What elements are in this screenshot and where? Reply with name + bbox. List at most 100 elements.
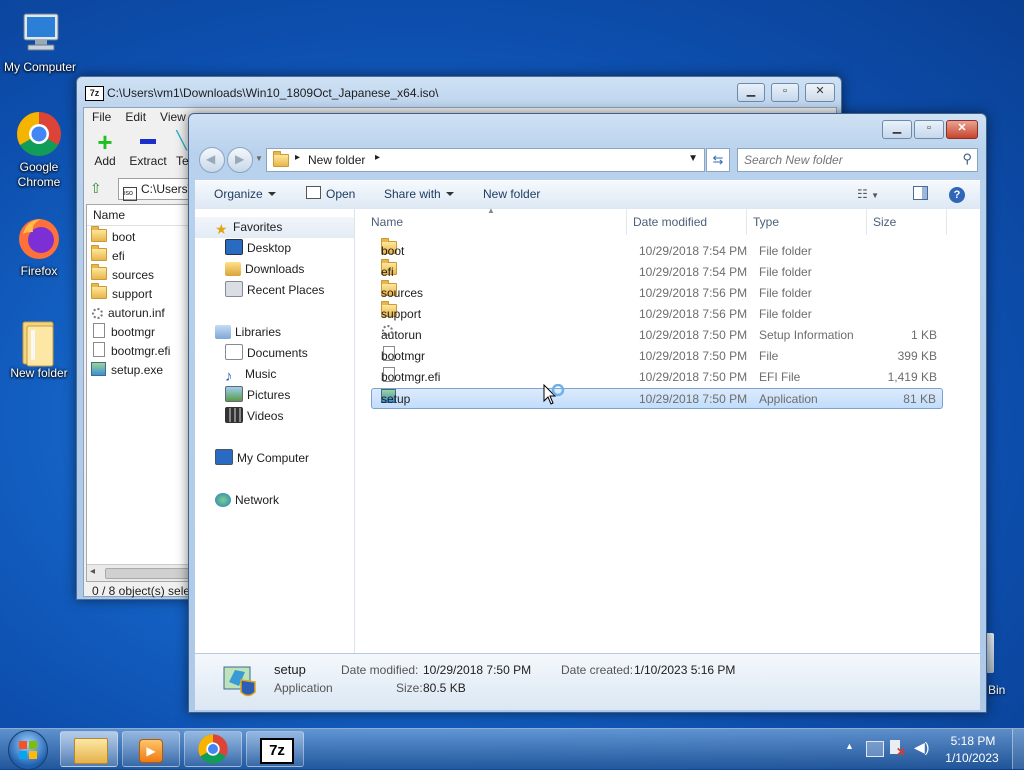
chrome-icon — [198, 734, 228, 764]
start-button[interactable] — [8, 730, 48, 770]
nav-network[interactable]: Network — [195, 490, 354, 511]
nav-libraries[interactable]: Libraries — [195, 322, 354, 343]
breadcrumb-separator-icon[interactable]: ▸ — [375, 152, 380, 163]
taskbar-media-player-button[interactable]: ▶ — [122, 731, 180, 767]
taskbar-chrome-button[interactable] — [184, 731, 242, 767]
refresh-button[interactable]: ⇆ — [706, 148, 730, 172]
recycle-bin-partial-label[interactable]: Bin — [988, 683, 1005, 697]
clock-date[interactable]: 1/10/2023 — [942, 751, 1002, 765]
downloads-icon — [225, 262, 241, 276]
videos-icon — [225, 407, 243, 423]
explorer-content: ★ Favorites Desktop Downloads Recent Plac… — [195, 206, 980, 653]
nav-music[interactable]: ♪ Music — [195, 364, 354, 385]
show-desktop-button[interactable] — [1012, 729, 1024, 769]
close-button[interactable]: ✕ — [946, 120, 978, 139]
show-hidden-icons-button[interactable]: ▲ — [845, 741, 854, 751]
my-computer-icon — [16, 10, 64, 58]
navigation-pane[interactable]: ★ Favorites Desktop Downloads Recent Plac… — [195, 209, 355, 653]
preview-pane-button[interactable] — [913, 181, 928, 207]
explorer-window[interactable]: ▁ ▫ ✕ ◀ ▶ ▼ ▸ New folder ▸ ▼ ⇆ ⚲ Organiz… — [188, 113, 987, 713]
firefox-icon — [15, 214, 63, 262]
new-folder-button[interactable]: New folder — [483, 181, 540, 207]
organize-button[interactable]: Organize — [214, 181, 276, 207]
column-header-type[interactable]: Type — [747, 209, 867, 235]
folder-icon — [273, 151, 289, 167]
chrome-icon — [15, 110, 63, 158]
desktop-icon-new-folder[interactable]: New folder — [0, 316, 79, 380]
breadcrumb[interactable]: New folder — [308, 153, 365, 167]
change-view-button[interactable]: ☷ ▼ — [857, 181, 879, 207]
table-row[interactable]: bootmgr.efi 10/29/2018 7:50 PM EFI File 1,… — [371, 367, 943, 388]
sevenzip-menubar: File Edit View — [92, 110, 200, 124]
forward-button[interactable]: ▶ — [227, 147, 253, 173]
search-input[interactable] — [742, 151, 956, 169]
breadcrumb-separator-icon[interactable]: ▸ — [295, 152, 300, 163]
scroll-left-icon[interactable]: ◂ — [90, 566, 95, 577]
column-header-name[interactable]: Name — [365, 209, 627, 235]
desktop-icon-firefox[interactable]: Firefox — [0, 214, 79, 278]
address-bar[interactable]: ▸ New folder ▸ ▼ — [266, 148, 705, 172]
taskbar-explorer-button[interactable] — [60, 731, 118, 767]
desktop-icon-my-computer[interactable]: My Computer — [0, 10, 80, 74]
close-button[interactable]: ✕ — [805, 83, 835, 102]
command-bar: Organize Open Share with New folder ☷ ▼ … — [195, 180, 980, 210]
nav-videos[interactable]: Videos — [195, 406, 354, 427]
maximize-button[interactable]: ▫ — [771, 83, 799, 102]
media-player-icon: ▶ — [139, 739, 163, 763]
table-row-selected[interactable]: setup 10/29/2018 7:50 PM Application 81 KB — [371, 388, 943, 409]
sevenzip-app-icon: 7z — [85, 86, 104, 101]
network-tray-icon[interactable] — [866, 741, 884, 757]
table-row[interactable]: bootmgr 10/29/2018 7:50 PM File 399 KB — [371, 346, 943, 367]
folder-icon — [91, 264, 107, 280]
pictures-icon — [225, 386, 243, 402]
address-dropdown-icon[interactable]: ▼ — [688, 153, 698, 164]
volume-tray-icon[interactable]: ◀) — [914, 739, 929, 756]
column-header-date-modified[interactable]: Date modified — [627, 209, 747, 235]
table-row[interactable]: boot 10/29/2018 7:54 PM File folder — [371, 238, 943, 262]
details-size-label: Size: — [396, 681, 423, 695]
extract-button[interactable]: Extract — [128, 130, 168, 168]
recycle-bin-icon-partial[interactable] — [986, 633, 994, 673]
open-icon — [306, 186, 321, 199]
plus-icon: + — [97, 127, 113, 157]
nav-recent-places[interactable]: Recent Places — [195, 280, 354, 301]
details-date-created-label: Date created: — [561, 663, 634, 677]
table-row[interactable]: efi 10/29/2018 7:54 PM File folder — [371, 259, 943, 283]
open-button[interactable]: Open — [306, 181, 355, 207]
back-button[interactable]: ◀ — [199, 147, 225, 173]
column-header-size[interactable]: Size — [867, 209, 947, 235]
minimize-button[interactable]: ▁ — [737, 83, 765, 102]
table-row[interactable]: support 10/29/2018 7:56 PM File folder — [371, 301, 943, 325]
sort-ascending-icon: ▲ — [487, 206, 495, 215]
table-row[interactable]: sources 10/29/2018 7:56 PM File folder — [371, 280, 943, 304]
search-box[interactable]: ⚲ — [737, 148, 978, 172]
forward-arrow-icon: ▶ — [235, 152, 245, 166]
nav-documents[interactable]: Documents — [195, 343, 354, 364]
test-button[interactable]: ╲ Te — [176, 130, 188, 168]
taskbar-7zip-button[interactable]: 7z — [246, 731, 304, 767]
search-icon[interactable]: ⚲ — [962, 151, 972, 167]
share-with-button[interactable]: Share with — [384, 181, 454, 207]
help-button[interactable]: ? — [949, 181, 965, 207]
add-button[interactable]: + Add — [90, 127, 120, 168]
nav-pictures[interactable]: Pictures — [195, 385, 354, 406]
menu-file[interactable]: File — [92, 110, 111, 124]
minus-icon — [140, 139, 156, 144]
table-row[interactable]: autorun 10/29/2018 7:50 PM Setup Informat… — [371, 325, 943, 346]
desktop-icon-google-chrome[interactable]: Google Chrome — [0, 110, 79, 190]
recent-pages-dropdown[interactable]: ▼ — [255, 154, 263, 163]
nav-desktop[interactable]: Desktop — [195, 238, 354, 259]
action-center-tray-icon[interactable]: ✕ — [890, 740, 906, 759]
nav-favorites[interactable]: ★ Favorites — [195, 217, 354, 238]
minimize-button[interactable]: ▁ — [882, 120, 912, 139]
nav-my-computer[interactable]: My Computer — [195, 448, 354, 469]
back-arrow-icon: ◀ — [206, 152, 216, 166]
up-folder-button[interactable]: ⇧ — [90, 180, 108, 198]
menu-view[interactable]: View — [160, 110, 186, 124]
desktop-icon — [225, 239, 243, 255]
clock-time[interactable]: 5:18 PM — [950, 734, 996, 748]
maximize-button[interactable]: ▫ — [914, 120, 944, 139]
nav-downloads[interactable]: Downloads — [195, 259, 354, 280]
help-icon: ? — [949, 187, 965, 203]
menu-edit[interactable]: Edit — [125, 110, 146, 124]
